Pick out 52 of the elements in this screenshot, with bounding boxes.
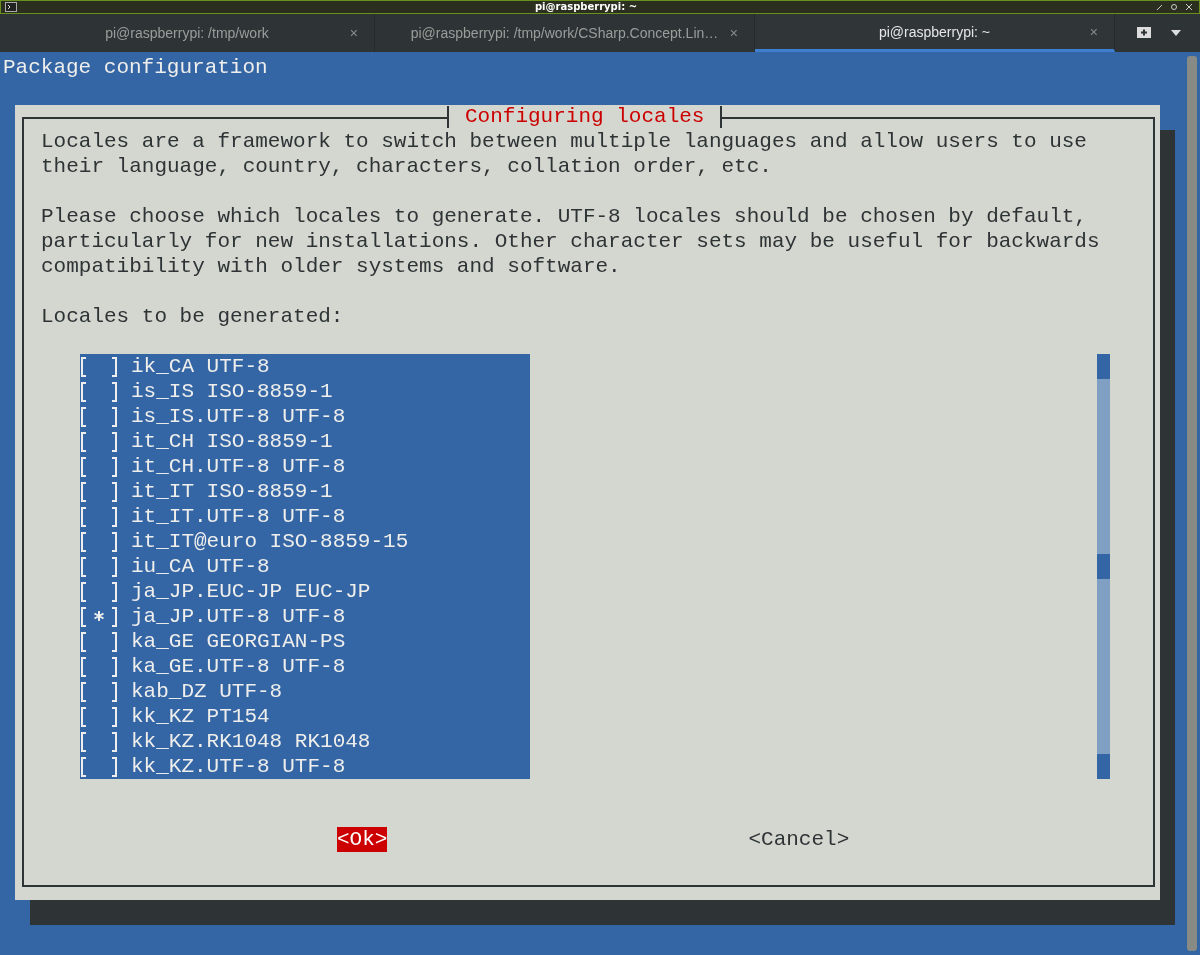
new-tab-icon[interactable] [1137, 26, 1151, 38]
locale-label[interactable]: kk_KZ.RK1048 RK1048 [131, 729, 371, 754]
locale-label[interactable]: iu_CA UTF-8 [131, 554, 270, 579]
locale-label[interactable]: ik_CA UTF-8 [131, 354, 270, 379]
checkbox[interactable] [80, 581, 118, 602]
checkbox[interactable] [80, 431, 118, 452]
checkbox[interactable] [80, 556, 118, 577]
checkbox[interactable] [80, 481, 118, 502]
checkbox[interactable] [80, 656, 118, 677]
checkbox[interactable] [80, 631, 118, 652]
locale-label[interactable]: it_CH.UTF-8 UTF-8 [131, 454, 346, 479]
window-controls-icon[interactable] [1155, 2, 1195, 12]
paragraph: Locales are a framework to switch between multiple languages and allow users to use their language, country, characters, collation order, etc. [41, 129, 1088, 179]
checkbox[interactable] [80, 381, 118, 402]
checkbox[interactable] [80, 706, 118, 727]
dropdown-icon[interactable] [1171, 30, 1181, 36]
locale-label[interactable]: it_IT@euro ISO-8859-15 [131, 529, 409, 554]
locale-label[interactable]: kk_KZ PT154 [131, 704, 270, 729]
close-icon[interactable]: × [729, 25, 738, 41]
terminal-scrollbar[interactable] [1187, 56, 1197, 951]
locale-label[interactable]: is_IS.UTF-8 UTF-8 [131, 404, 346, 429]
tab[interactable]: pi@raspberrypi: ~ × [755, 14, 1115, 52]
dialog-title: Configuring locales [447, 106, 723, 128]
locale-label[interactable]: ka_GE.UTF-8 UTF-8 [131, 654, 346, 679]
checkbox[interactable] [80, 506, 118, 527]
checkbox[interactable] [80, 356, 118, 377]
checkbox[interactable] [80, 606, 118, 627]
locale-label[interactable]: kab_DZ UTF-8 [131, 679, 283, 704]
window-title: pi@raspberrypi: ~ [533, 1, 639, 13]
locale-label[interactable]: it_CH ISO-8859-1 [131, 429, 333, 454]
checkbox[interactable] [80, 406, 118, 427]
locale-label[interactable]: kk_KZ.UTF-8 UTF-8 [131, 754, 346, 779]
checkbox[interactable] [80, 456, 118, 477]
locale-label[interactable]: ka_GE GEORGIAN-PS [131, 629, 346, 654]
checkbox[interactable] [80, 681, 118, 702]
close-icon[interactable]: × [349, 25, 358, 41]
screen-title: Package configuration [2, 55, 269, 80]
terminal-icon [5, 2, 17, 12]
list-prompt: Locales to be generated: [41, 304, 345, 329]
checkbox[interactable] [80, 756, 118, 777]
locale-label[interactable]: it_IT.UTF-8 UTF-8 [131, 504, 346, 529]
paragraph: Please choose which locales to generate. UTF-8 locales should be chosen by default, particularly for new installations. Other character sets may be useful for backwards compatibility with older systems and software. [41, 204, 1101, 279]
checkbox[interactable] [80, 531, 118, 552]
dialog-button[interactable]: <Ok> [337, 827, 388, 852]
locale-label[interactable]: ja_JP.EUC-JP EUC-JP [131, 579, 371, 604]
locale-label[interactable]: is_IS ISO-8859-1 [131, 379, 333, 404]
close-icon[interactable]: × [1089, 23, 1098, 40]
locale-label[interactable]: ja_JP.UTF-8 UTF-8 [131, 604, 346, 629]
dialog-button[interactable]: <Cancel> [748, 827, 850, 852]
scrollbar[interactable] [1097, 354, 1110, 779]
checkbox[interactable] [80, 731, 118, 752]
locale-label[interactable]: it_IT ISO-8859-1 [131, 479, 333, 504]
